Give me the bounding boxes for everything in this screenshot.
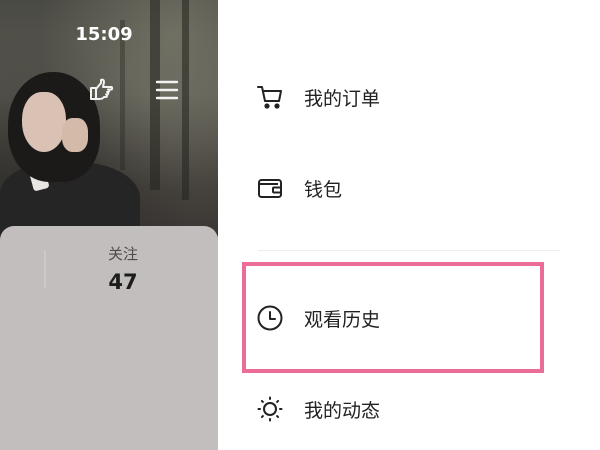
sun-icon bbox=[256, 395, 284, 423]
follow-label: 关注 bbox=[107, 245, 138, 263]
cover-person bbox=[0, 62, 150, 242]
menu-divider bbox=[258, 250, 560, 251]
menu-item-my-moments[interactable]: 我的动态 bbox=[218, 379, 600, 439]
side-drawer-menu: 我的订单 钱包 观看历史 我的动态 bbox=[218, 0, 600, 450]
status-bar-time: 15:09 bbox=[75, 24, 133, 45]
wallet-icon bbox=[256, 174, 284, 202]
menu-item-label: 我的动态 bbox=[304, 399, 381, 422]
profile-panel: 15:09 关注 47 bbox=[0, 0, 218, 450]
menu-item-my-orders[interactable]: 我的订单 bbox=[218, 67, 600, 127]
menu-item-label: 观看历史 bbox=[304, 308, 381, 331]
menu-item-label: 钱包 bbox=[304, 178, 343, 201]
menu-item-wallet[interactable]: 钱包 bbox=[218, 158, 600, 218]
cart-icon bbox=[256, 83, 284, 111]
menu-item-label: 我的订单 bbox=[304, 87, 381, 110]
follow-count[interactable]: 47 bbox=[74, 270, 172, 294]
clock-icon bbox=[256, 304, 284, 332]
hamburger-menu-icon[interactable] bbox=[151, 74, 183, 106]
pointing-hand-icon[interactable] bbox=[84, 74, 116, 106]
menu-item-watch-history[interactable]: 观看历史 bbox=[218, 288, 600, 348]
